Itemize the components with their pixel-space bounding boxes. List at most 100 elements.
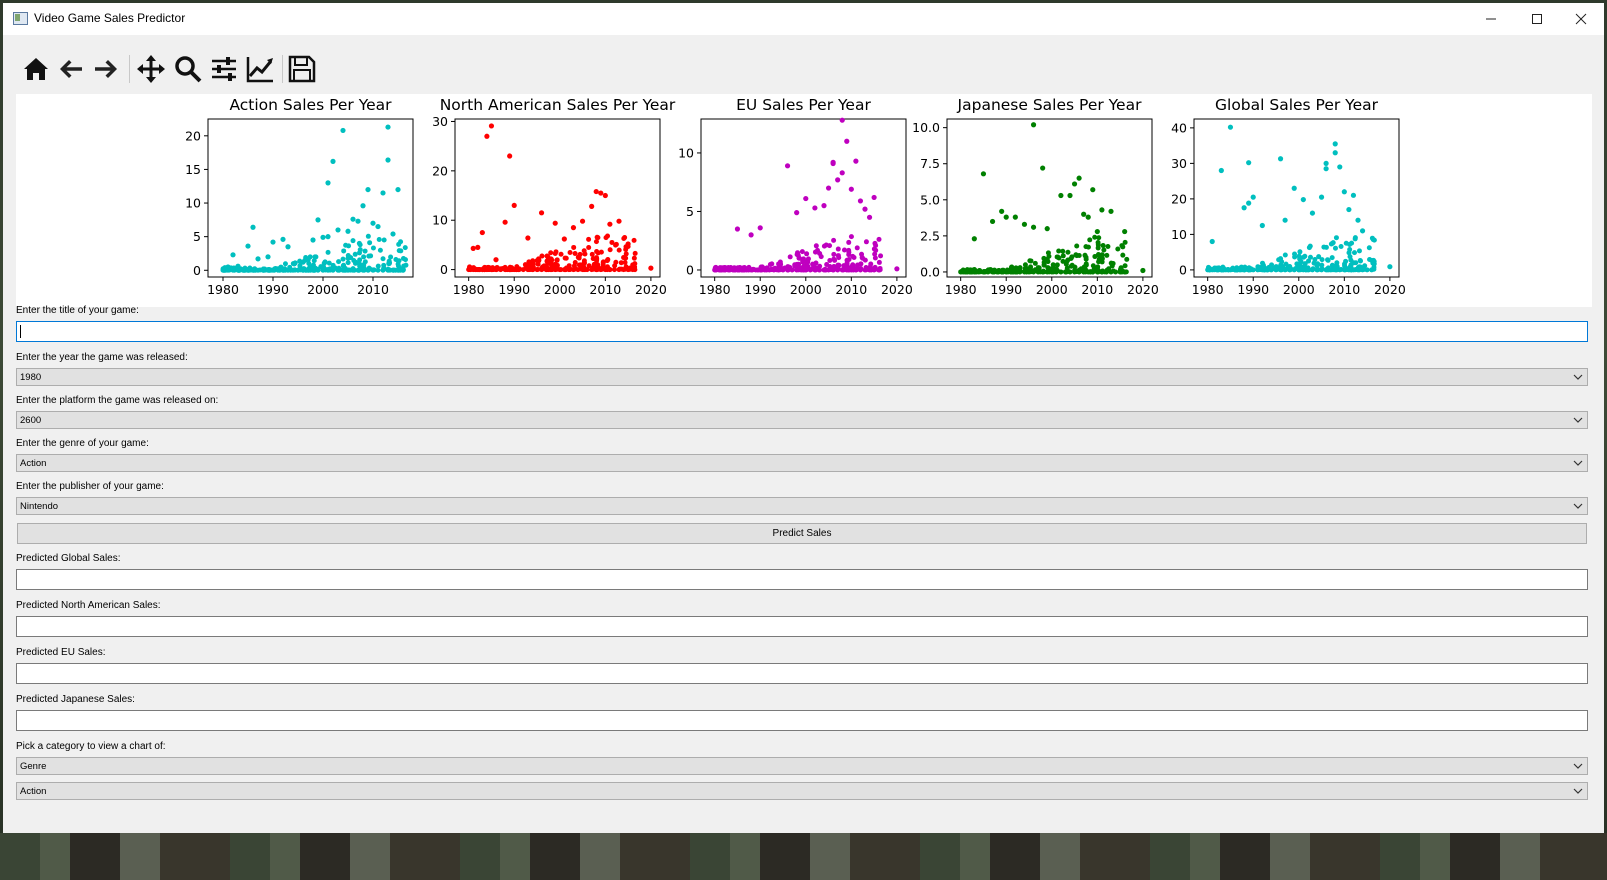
home-button[interactable] (19, 51, 53, 87)
scatter-point (484, 133, 490, 139)
scatter-point (561, 236, 567, 242)
scatter-plot-1: Action Sales Per Year1980 1990 2000 2010051… (185, 96, 414, 297)
scatter-point-background (832, 257, 838, 263)
scatter-point-background (1044, 269, 1050, 275)
scatter-point-background (1124, 256, 1130, 262)
scatter-point (1346, 206, 1352, 213)
scatter-point-background (552, 267, 558, 273)
x-tick-label: 2000 (307, 282, 339, 297)
scatter-point-background (796, 255, 802, 261)
scatter-point-background (1054, 254, 1060, 260)
scatter-point-background (1076, 269, 1082, 275)
scatter-point-background (581, 260, 587, 266)
scatter-point-background (484, 267, 490, 273)
scatter-point-background (1074, 243, 1080, 249)
scatter-point-background (1223, 267, 1229, 273)
scatter-point-background (275, 267, 281, 273)
publisher-select-value: Nintendo (20, 501, 59, 512)
game-title-input[interactable] (16, 321, 1588, 342)
scatter-point-background (1352, 236, 1358, 242)
scatter-point (1058, 192, 1064, 199)
scatter-point-background (1323, 267, 1329, 273)
x-tick-label: 2010 (357, 282, 389, 297)
scatter-point-background (507, 267, 513, 273)
scatter-point-background (1115, 246, 1121, 252)
scatter-point-background (1122, 239, 1128, 245)
back-button[interactable] (54, 51, 88, 87)
jp-sales-label: Predicted Japanese Sales: (16, 694, 135, 705)
scatter-point-background (757, 267, 763, 273)
scatter-point-background (812, 267, 818, 273)
x-tick-label: 2000 (790, 282, 822, 297)
scatter-point-background (1095, 245, 1101, 251)
scatter-point-background (1017, 269, 1023, 275)
jp-sales-output[interactable] (16, 710, 1588, 731)
x-tick-label: 1990 (257, 282, 289, 297)
title-label: Enter the title of your game: (16, 305, 139, 316)
x-tick-label: 2020 (635, 282, 667, 297)
maximize-icon (1532, 14, 1542, 24)
zoom-button[interactable] (171, 51, 205, 87)
scatter-point-background (1329, 240, 1335, 246)
scatter-point-background (1100, 243, 1106, 249)
scatter-point-background (586, 236, 592, 242)
scatter-point-background (341, 262, 347, 268)
scatter-point-background (753, 267, 759, 273)
category-select[interactable]: Genre (16, 757, 1588, 775)
chart-title: EU Sales Per Year (736, 96, 871, 114)
eu-sales-output[interactable] (16, 663, 1588, 684)
figure-canvas[interactable]: Action Sales Per Year 1980 1990 2000 2010 0 5 1… (16, 94, 1592, 307)
y-tick-label: 0 (193, 263, 201, 278)
chevron-down-icon (1573, 417, 1583, 423)
scatter-point-background (827, 243, 833, 249)
configure-subplots-button[interactable] (207, 51, 241, 87)
scatter-point-background (305, 267, 311, 273)
scatter-point-background (1347, 242, 1353, 248)
scatter-point (848, 186, 854, 192)
predict-sales-button[interactable]: Predict Sales (17, 523, 1587, 544)
scatter-point-background (785, 267, 791, 273)
scatter-point-background (1227, 267, 1233, 273)
scatter-point-background (1103, 269, 1109, 275)
scatter-point-background (846, 239, 852, 245)
pan-button[interactable] (134, 51, 168, 87)
scatter-point-background (804, 251, 810, 257)
maximize-button[interactable] (1514, 3, 1560, 35)
scatter-point (725, 265, 731, 271)
x-tick-label: 1990 (744, 282, 776, 297)
scatter-point-background (357, 242, 363, 248)
x-tick-label: 2000 (1036, 282, 1068, 297)
na-sales-output[interactable] (16, 616, 1588, 637)
scatter-point-background (280, 267, 286, 273)
scatter-point (862, 206, 868, 212)
scatter-point-background (1096, 235, 1102, 241)
save-button[interactable] (285, 51, 319, 87)
genre-select[interactable]: Action (16, 454, 1588, 472)
platform-select[interactable]: 2600 (16, 411, 1588, 429)
scatter-point-background (282, 261, 288, 267)
scatter-point-background (623, 255, 629, 261)
scatter-point-background (1117, 269, 1123, 275)
category-item-select[interactable]: Action (16, 782, 1588, 800)
global-sales-output[interactable] (16, 569, 1588, 590)
chevron-down-icon (1573, 788, 1583, 794)
year-select[interactable]: 1980 (16, 368, 1588, 386)
scatter-point-background (1370, 237, 1376, 243)
scatter-point-background (530, 258, 536, 264)
y-tick-label: 5 (686, 204, 694, 219)
scatter-point-background (1083, 261, 1089, 267)
minimize-button[interactable] (1468, 3, 1514, 35)
scatter-point-background (1095, 239, 1101, 245)
scatter-point (225, 264, 231, 270)
y-tick-label: 10 (1171, 227, 1187, 242)
scatter-point-background (502, 267, 508, 273)
scatter-point (866, 214, 873, 220)
scatter-point (360, 203, 366, 209)
publisher-select[interactable]: Nintendo (16, 497, 1588, 515)
close-button[interactable] (1558, 3, 1604, 35)
y-tick-label: 5 (193, 229, 201, 244)
scatter-point-background (396, 241, 402, 247)
scatter-plot-5: Global Sales Per Year1980 1990 2000 2010 202… (1171, 96, 1406, 297)
edit-axis-button[interactable] (243, 51, 277, 87)
forward-button[interactable] (89, 51, 123, 87)
